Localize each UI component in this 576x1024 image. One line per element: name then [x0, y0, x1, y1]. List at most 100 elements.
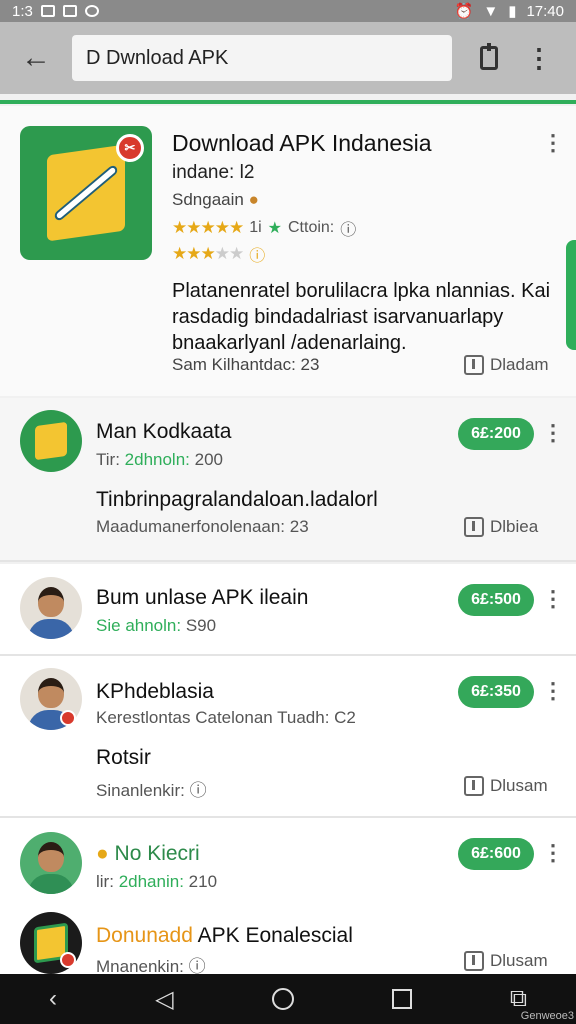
download-icon: [464, 776, 484, 796]
price-pill[interactable]: 6£:200: [458, 418, 534, 450]
app-description: Platanenratel borulilacra lpka nlannias.…: [172, 280, 551, 354]
item-subtitle: Kerestlontas Catelonan Tuadh: C2: [96, 708, 356, 727]
app-title[interactable]: Download APK Indanesia: [172, 130, 432, 157]
developer-label: Sdngaain: [172, 190, 244, 209]
avatar-badge-icon: [60, 952, 76, 968]
item-meta: Sinanlenkir: ⓘ: [96, 776, 207, 801]
nav-recents-icon[interactable]: [391, 989, 412, 1009]
item-body: Tinbrinpagralandaloan.ladalorl: [96, 488, 378, 511]
secondary-rating-row: ★★★★★ ⓘ: [172, 242, 265, 266]
download-link[interactable]: Dladam: [464, 355, 549, 375]
more-vert-icon[interactable]: ⋮: [542, 132, 564, 154]
back-arrow-icon[interactable]: ←: [0, 22, 72, 94]
rating-label: Cttoin:: [288, 219, 335, 236]
alarm-icon: ⏰: [454, 3, 474, 20]
verified-icon: ●: [96, 842, 109, 865]
download-label: Dlbiea: [490, 517, 539, 536]
sub-green: 2dhanin:: [118, 872, 184, 891]
meta-label: Sinanlenkir:: [96, 781, 185, 800]
sub-value: S90: [185, 616, 217, 635]
status-time: 17:40: [526, 2, 564, 20]
rating-row: ★★★★★ 1i ★ Cttoin: ⓘ: [172, 216, 356, 240]
download-label: Dlusam: [490, 951, 548, 970]
item-subtitle: lir: 2dhanin: 210: [96, 872, 217, 892]
image-notification-icon: [62, 5, 77, 17]
document-icon: [47, 144, 125, 242]
sub-green: ahnoln:: [125, 616, 182, 635]
app-icon[interactable]: ✂: [20, 126, 152, 260]
app-toolbar: ← D Dwnload APK ⋮: [0, 22, 576, 94]
rating-stars-secondary: ★★★★★: [172, 244, 244, 263]
info-icon: ⓘ: [340, 222, 357, 239]
item-meta: Maadumanerfonolenaan: 23: [96, 517, 309, 536]
download-label: Dlusam: [490, 776, 548, 795]
progress-rule: [0, 100, 576, 104]
item-subtitle: Sie ahnoln: S90: [96, 616, 216, 636]
app-subtitle: indane: l2: [172, 162, 255, 183]
avatar-head: [38, 678, 64, 708]
item-title[interactable]: Donunadd APK Eonalescial: [96, 924, 353, 948]
nav-back-icon[interactable]: ‹: [49, 985, 57, 1013]
download-label: Dladam: [490, 355, 549, 374]
title-text: No Kiecri: [114, 842, 200, 865]
side-drawer-tab[interactable]: [566, 240, 576, 350]
item-title[interactable]: ● No Kiecri: [96, 842, 200, 866]
price-pill[interactable]: 6£:500: [458, 584, 534, 616]
more-vert-icon[interactable]: ⋮: [542, 422, 564, 444]
clipboard-icon: [480, 43, 498, 70]
notification-icon: [40, 5, 55, 17]
watermark: Genweoe3: [520, 1010, 574, 1022]
user-avatar[interactable]: [20, 832, 82, 894]
status-bar: 1:3 ⏰ ▼ ▮ 17:40: [0, 0, 576, 22]
divider: [0, 560, 576, 562]
rating-note: 1i: [249, 219, 262, 236]
sub-prefix: Tir:: [96, 450, 120, 469]
signal-icon: ▮: [508, 3, 517, 20]
user-avatar[interactable]: [20, 577, 82, 639]
more-vert-icon[interactable]: ⋮: [514, 22, 564, 94]
download-link[interactable]: Dlusam: [464, 776, 548, 796]
download-icon: [464, 517, 484, 537]
avatar-badge-icon: [60, 710, 76, 726]
price-pill[interactable]: 6£:350: [458, 676, 534, 708]
title-rest: APK Eonalescial: [197, 924, 353, 947]
developer-emoji-icon: ●: [248, 190, 259, 209]
developer-name: Sdngaain ●: [172, 190, 259, 210]
arrow-graphic: [52, 163, 120, 223]
clock: 1:3: [12, 2, 33, 20]
item-subtitle: Tir: 2dhnoln: 200: [96, 450, 223, 470]
nav-home-icon[interactable]: [271, 988, 294, 1010]
avatar-head: [38, 587, 64, 617]
sub-value: 210: [188, 872, 218, 891]
nav-extra-icon[interactable]: ⧉: [510, 985, 527, 1013]
app-avatar[interactable]: [20, 410, 82, 472]
info-icon: ⓘ: [189, 781, 207, 800]
item-title[interactable]: Bum unlase APK ileain: [96, 586, 308, 610]
download-icon: [464, 951, 484, 971]
avatar-head: [38, 842, 64, 872]
avatar-shirt: [28, 874, 74, 894]
download-link[interactable]: Dlbiea: [464, 517, 538, 537]
download-icon: [464, 355, 484, 375]
system-nav-bar: ‹ ◁ ⧉: [0, 974, 576, 1024]
play-notification-icon: [84, 5, 99, 17]
app-meta: Sam Kilhantdac: 23: [172, 355, 320, 374]
document-icon: [35, 421, 67, 461]
sub-green: 2dhnoln:: [124, 450, 190, 469]
more-vert-icon[interactable]: ⋮: [542, 680, 564, 702]
sub-prefix: Sie: [96, 616, 121, 635]
price-pill[interactable]: 6£:600: [458, 838, 534, 870]
nav-triangle-back-icon[interactable]: ◁: [155, 985, 173, 1014]
item-title[interactable]: KPhdeblasia: [96, 680, 214, 704]
green-star-icon: ★: [267, 220, 282, 237]
more-vert-icon[interactable]: ⋮: [542, 588, 564, 610]
search-input[interactable]: D Dwnload APK: [72, 35, 452, 81]
more-vert-icon[interactable]: ⋮: [542, 842, 564, 864]
sub-value: 200: [194, 450, 223, 469]
wifi-icon: ▼: [483, 2, 499, 20]
download-link[interactable]: Dlusam: [464, 951, 548, 971]
item-title[interactable]: Man Kodkaata: [96, 420, 231, 444]
clipboard-button[interactable]: [464, 22, 514, 94]
item-body: Rotsir: [96, 746, 151, 769]
rating-stars: ★★★★★: [172, 218, 244, 237]
